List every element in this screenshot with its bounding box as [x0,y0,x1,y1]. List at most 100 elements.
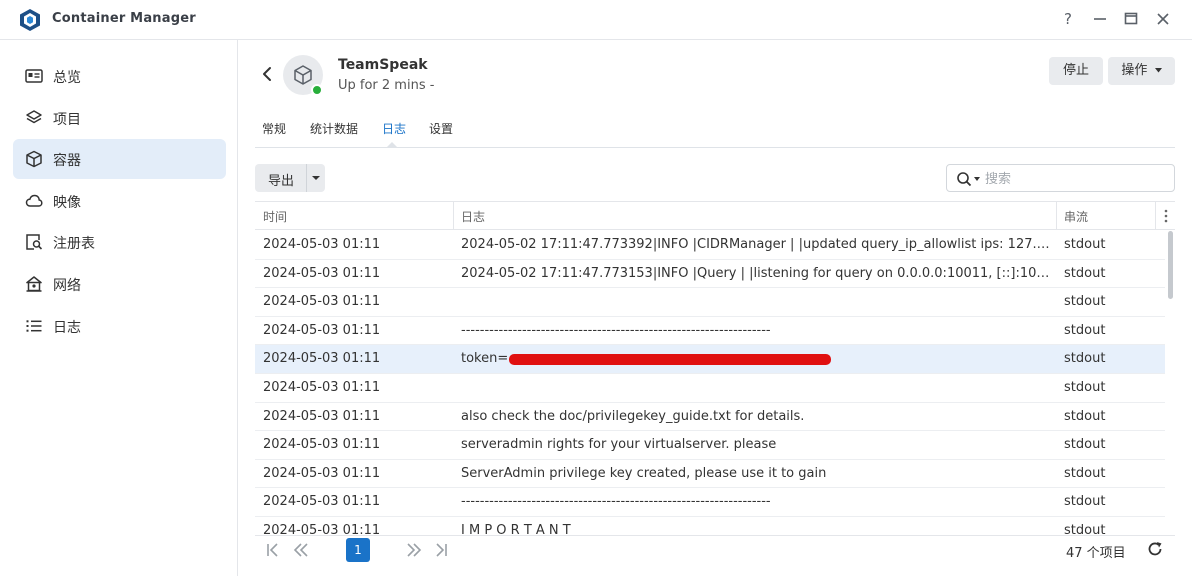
cell-time: 2024-05-03 01:11 [263,380,381,395]
title-bar: Container Manager ? [0,0,1192,40]
column-header-stream[interactable]: 串流 [1064,208,1088,225]
first-page-icon[interactable] [265,542,283,558]
container-name: TeamSpeak [338,57,428,73]
table-row[interactable]: 2024-05-03 01:11 I M P O R T A N T stdout [255,517,1165,535]
table-header: 时间 日志 串流 [255,202,1175,230]
cell-stream: stdout [1064,322,1106,338]
tab-logs[interactable]: 日志 [382,120,406,137]
last-page-icon[interactable] [431,542,449,558]
table-row[interactable]: 2024-05-03 01:11 ------------------------… [255,488,1165,517]
table-row[interactable]: 2024-05-03 01:11 also check the doc/privi… [255,403,1165,432]
minimize-icon[interactable] [1089,8,1111,30]
redaction-mark [509,354,831,366]
sidebar-item-label: 网络 [53,278,81,294]
next-page-icon[interactable] [405,542,423,558]
help-icon[interactable]: ? [1057,8,1079,30]
cell-stream: stdout [1064,408,1106,424]
cell-log: serveradmin rights for your virtualserve… [461,437,777,453]
cloud-icon [25,194,43,207]
export-button[interactable]: 导出 [255,164,325,192]
cube-icon [26,150,42,168]
search-filter-caret-icon[interactable] [974,177,980,181]
cell-stream: stdout [1064,437,1106,453]
column-header-log[interactable]: 日志 [461,208,485,225]
tab-statistics[interactable]: 统计数据 [310,120,358,137]
export-caret-down-icon[interactable] [312,176,320,180]
scrollbar-thumb[interactable] [1168,231,1173,299]
sidebar-item-label: 项目 [53,112,81,128]
export-divider [306,164,307,192]
cell-time: 2024-05-03 01:11 [263,437,381,453]
caret-down-icon [1154,68,1162,73]
main-panel: TeamSpeak Up for 2 mins - 停止 操作 常规 统计数据 … [239,40,1192,576]
list-icon [26,320,42,332]
cell-stream: stdout [1064,351,1106,367]
app-title: Container Manager [52,11,196,26]
sidebar-item-network[interactable]: 网络 [13,264,226,304]
sidebar-item-registry[interactable]: 注册表 [13,222,226,262]
cell-log: ----------------------------------------… [461,494,771,510]
sidebar-item-images[interactable]: 映像 [13,181,226,221]
sidebar-item-logs[interactable]: 日志 [13,306,226,346]
sidebar-item-label: 总览 [53,70,81,86]
back-arrow-icon[interactable] [259,65,275,83]
cell-time: 2024-05-03 01:11 [263,523,381,535]
previous-page-icon[interactable] [292,542,310,558]
maximize-icon[interactable] [1120,8,1142,30]
cell-log: I M P O R T A N T [461,523,571,535]
search-input[interactable] [985,169,1165,189]
stop-button[interactable]: 停止 [1049,57,1103,85]
registry-search-icon [26,234,43,250]
operate-dropdown-button[interactable]: 操作 [1108,57,1175,85]
tab-settings[interactable]: 设置 [429,120,453,137]
cell-time: 2024-05-03 01:11 [263,408,381,424]
pagination-bar: 1 47 个项目 [255,535,1175,563]
column-resizer[interactable] [1155,202,1156,230]
cell-stream: stdout [1064,380,1106,395]
cube-icon [294,65,312,85]
column-resizer[interactable] [453,202,454,230]
status-indicator [311,84,323,96]
container-manager-logo-icon [20,9,40,31]
sidebar: 总览 项目 容器 映像 注册表 网络 日志 [0,40,238,576]
table-row[interactable]: 2024-05-03 01:11 stdout [255,374,1165,403]
search-box[interactable] [946,164,1175,192]
close-icon[interactable] [1152,8,1174,30]
search-icon[interactable] [956,171,972,187]
log-table: 时间 日志 串流 2024-05-03 01:11 2024-05-02 17:1… [255,201,1175,535]
sidebar-item-overview[interactable]: 总览 [13,56,226,96]
network-house-icon [26,276,42,292]
table-row[interactable]: 2024-05-03 01:11 2024-05-02 17:11:47.7733… [255,231,1165,260]
sidebar-item-containers[interactable]: 容器 [13,139,226,179]
cell-time: 2024-05-03 01:11 [263,237,381,252]
refresh-icon[interactable] [1147,541,1163,557]
cell-stream: stdout [1064,523,1106,535]
table-row[interactable]: 2024-05-03 01:11 serveradmin rights for y… [255,431,1165,460]
table-scrollbar[interactable] [1165,231,1175,535]
container-uptime: Up for 2 mins - [338,78,435,93]
cell-log: ----------------------------------------… [461,322,771,338]
table-row[interactable]: 2024-05-03 01:11 stdout [255,288,1165,317]
current-page[interactable]: 1 [346,538,370,562]
tab-general[interactable]: 常规 [262,120,286,137]
sidebar-item-label: 映像 [53,195,81,211]
table-row[interactable]: 2024-05-03 01:11 token= stdout [255,345,1165,374]
column-resizer[interactable] [1056,202,1057,230]
table-row[interactable]: 2024-05-03 01:11 ------------------------… [255,317,1165,346]
more-vertical-icon[interactable] [1163,208,1169,224]
cell-time: 2024-05-03 01:11 [263,465,381,481]
sidebar-item-label: 日志 [53,320,81,336]
column-header-time[interactable]: 时间 [263,208,287,225]
export-label: 导出 [268,174,295,189]
operate-label: 操作 [1121,63,1148,78]
cell-time: 2024-05-03 01:11 [263,265,381,281]
layers-icon [26,110,42,124]
cell-log: also check the doc/privilegekey_guide.tx… [461,408,805,424]
table-body: 2024-05-03 01:11 2024-05-02 17:11:47.7733… [255,231,1165,535]
sidebar-item-label: 注册表 [53,236,95,252]
cell-log: 2024-05-02 17:11:47.773153|INFO |Query |… [461,265,1051,281]
table-row[interactable]: 2024-05-03 01:11 2024-05-02 17:11:47.7731… [255,260,1165,289]
table-row[interactable]: 2024-05-03 01:11 ServerAdmin privilege ke… [255,460,1165,489]
sidebar-item-projects[interactable]: 项目 [13,98,226,138]
total-items-label: 47 个项目 [1066,546,1126,561]
